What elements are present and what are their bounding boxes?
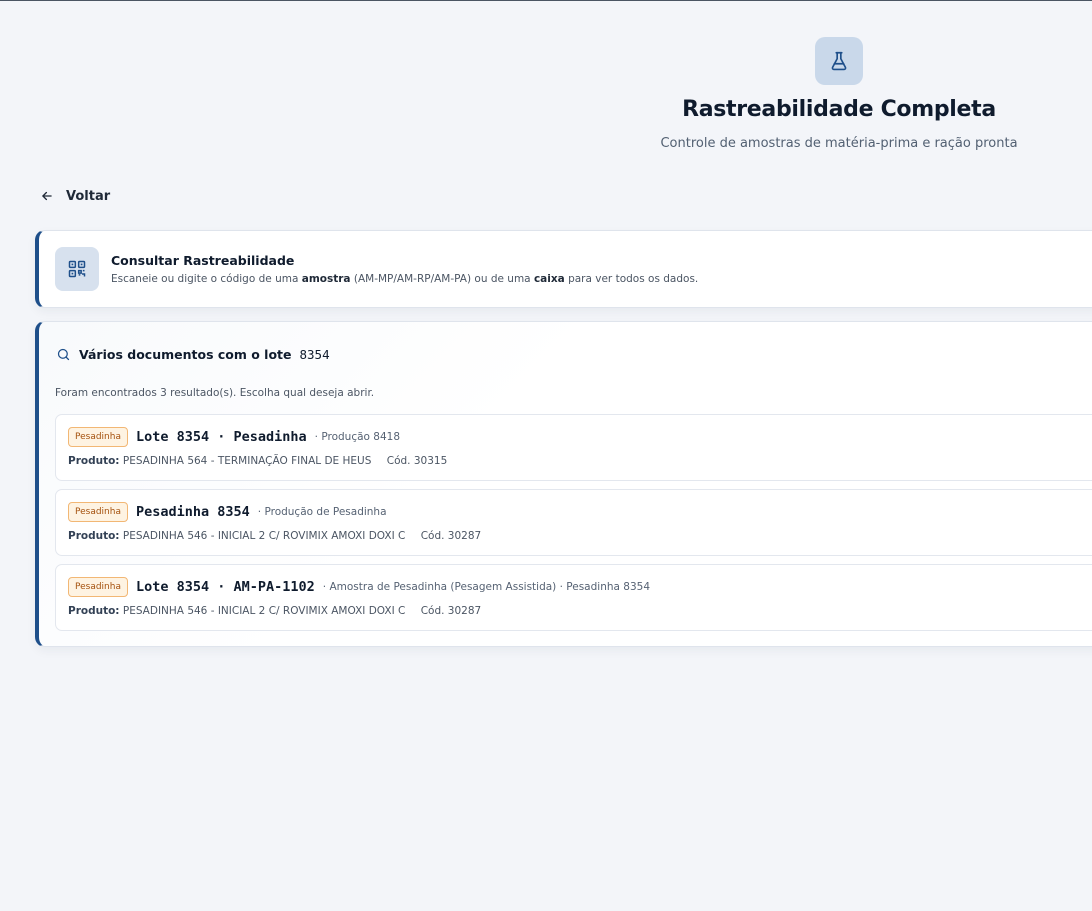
back-label: Voltar xyxy=(66,188,111,204)
result-subtitle: · Produção 8418 xyxy=(314,431,401,443)
page-subtitle: Controle de amostras de matéria-prima e … xyxy=(660,136,1018,151)
result-product: Produto: PESADINHA 546 - INICIAL 2 C/ RO… xyxy=(68,530,482,542)
results-lote: 8354 xyxy=(299,347,330,362)
page-title: Rastreabilidade Completa xyxy=(682,97,996,122)
results-title: Vários documentos com o lote xyxy=(79,347,292,362)
type-badge: Pesadinha xyxy=(68,502,128,522)
result-product: Produto: PESADINHA 564 - TERMINAÇÃO FINA… xyxy=(68,455,448,467)
search-icon xyxy=(57,348,70,361)
results-count: Foram encontrados 3 resultado(s). Escolh… xyxy=(55,387,375,399)
result-subtitle: · Amostra de Pesadinha (Pesagem Assistid… xyxy=(322,581,651,593)
type-badge: Pesadinha xyxy=(68,427,128,447)
back-button[interactable]: Voltar xyxy=(40,187,110,205)
result-code: Cód. 30287 xyxy=(420,605,482,617)
result-code: Cód. 30315 xyxy=(386,455,448,467)
result-item[interactable]: Pesadinha Pesadinha 8354 · Produção de P… xyxy=(55,489,1092,556)
type-badge: Pesadinha xyxy=(68,577,128,597)
result-title: Pesadinha 8354 xyxy=(135,504,250,520)
results-card: Vários documentos com o lote 8354 Foram … xyxy=(35,321,1092,647)
consult-card: Consultar Rastreabilidade Escaneie ou di… xyxy=(35,230,1092,308)
result-subtitle: · Produção de Pesadinha xyxy=(257,506,387,518)
result-title: Lote 8354 · Pesadinha xyxy=(135,429,307,445)
consult-description: Escaneie ou digite o código de uma amost… xyxy=(111,273,699,285)
results-heading: Vários documentos com o lote 8354 xyxy=(56,347,330,362)
result-code: Cód. 30287 xyxy=(420,530,482,542)
flask-icon xyxy=(815,37,863,85)
result-item[interactable]: Pesadinha Lote 8354 · AM-PA-1102 · Amost… xyxy=(55,564,1092,631)
arrow-left-icon xyxy=(42,191,52,201)
result-item[interactable]: Pesadinha Lote 8354 · Pesadinha · Produç… xyxy=(55,414,1092,481)
qr-code-icon xyxy=(55,247,99,291)
result-product: Produto: PESADINHA 546 - INICIAL 2 C/ RO… xyxy=(68,605,482,617)
page-header: Rastreabilidade Completa Controle de amo… xyxy=(0,1,1092,161)
result-title: Lote 8354 · AM-PA-1102 xyxy=(135,579,315,595)
consult-title: Consultar Rastreabilidade xyxy=(111,253,295,268)
